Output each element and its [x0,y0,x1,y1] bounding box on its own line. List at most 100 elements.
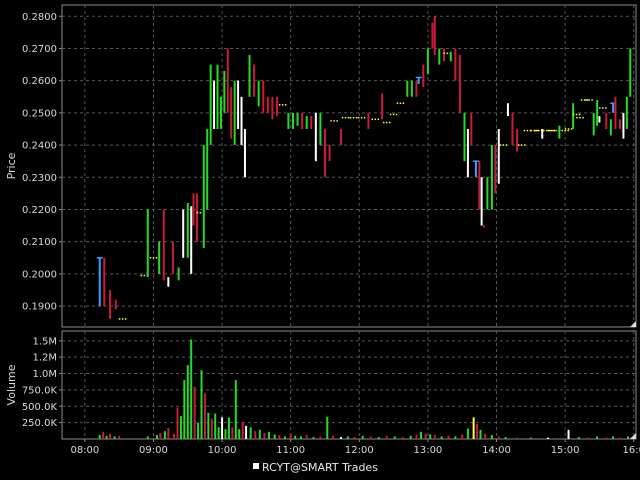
price-quote-dot [392,113,395,116]
volume-bar [245,425,248,439]
price-quote-mark [382,121,391,124]
price-bar [219,96,222,129]
price-quote-mark [389,113,398,116]
volume-bar [183,380,186,439]
price-quote-dot [149,257,152,259]
volume-bar [299,436,302,439]
price-bar [612,103,615,113]
volume-bar [331,435,334,439]
volume-bar [385,435,388,439]
volume-bar [472,417,475,439]
price-bar [482,225,485,228]
price-quote-dot [118,318,121,320]
volume-bar [497,436,500,439]
price-quote-dot [526,129,529,132]
volume-bar [424,433,427,439]
legend-label: RCYT@SMART Trades [262,461,378,474]
price-quote-dot [333,120,335,122]
price-bar [195,193,198,242]
volume-bar [339,437,342,439]
price-quote-dot [389,113,392,116]
price-bar [233,80,236,146]
price-quote-mark [572,113,581,116]
price-bar [478,161,481,210]
price-quote-dot [330,120,332,122]
volume-bar [433,435,436,439]
price-quote-dot [199,211,202,214]
price-quote-dot [575,113,578,116]
volume-bar [273,434,276,439]
price-quote-dot [446,52,449,55]
price-quote-dot [121,318,124,320]
time-tick-label: 09:00 [139,445,168,456]
price-bar [243,128,246,178]
price-quote-dot [549,129,551,132]
volume-bar [98,435,101,439]
price-quote-dot [567,129,569,132]
time-tick-label: 08:00 [70,445,99,456]
volume-bar [263,433,266,439]
price-bar [162,209,165,281]
price-bar [410,80,413,97]
volume-bar [577,437,580,439]
volume-bar [146,436,149,439]
price-quote-mark [530,129,538,132]
price-bar [454,48,457,81]
volume-tick-label: 750.0K [22,385,58,396]
price-bar [458,54,461,113]
price-quote-dot [547,129,550,132]
price-quote-dot [396,102,399,104]
price-quote-mark [561,129,569,132]
price-bar [438,48,441,65]
volume-bar [377,437,380,439]
price-tick-label: 0.2700 [22,44,57,55]
price-quote-dot [196,211,199,214]
price-quote-dot [583,99,586,101]
volume-bar [312,437,315,439]
price-bar [417,77,420,84]
price-bar [480,177,483,226]
volume-panel: 250.0K 500.0K 750.0K 1.0M 1.2M 1.5M Volume [5,330,637,440]
volume-bar [238,429,241,439]
volume-bar [179,416,182,439]
price-bar [466,128,469,178]
price-bar [381,93,384,120]
price-quote-dot [572,113,575,116]
volume-bar [454,436,457,439]
volume-bar [224,429,227,439]
price-bar [296,112,299,126]
volume-bar [393,436,396,439]
price-quote-dot [360,116,363,119]
legend-marker [253,463,259,469]
price-tick-label: 0.2100 [22,237,57,248]
price-quote-dot [341,116,344,119]
volume-bar [529,437,532,439]
price-quote-dot [605,107,607,109]
price-quote-mark [371,118,380,121]
price-bar [605,112,608,129]
volume-bar [289,433,292,439]
volume-bar [102,431,105,439]
price-quote-dot [523,129,526,132]
volume-tick-label: 500.0K [22,402,58,413]
volume-bar [476,423,479,439]
price-bar [253,64,256,97]
price-bar [248,54,251,97]
volume-bar [231,427,234,439]
volume-bar [190,339,193,439]
volume-bar [258,429,261,439]
price-bar [609,119,612,136]
price-quote-dot [553,129,556,132]
price-bar [192,193,195,226]
price-quote-mark [278,104,287,106]
price-bar [629,48,632,97]
volume-bar [221,417,224,439]
price-bar [618,119,621,129]
volume-bar [234,380,237,439]
volume-bar [429,434,432,439]
price-bar [541,128,544,139]
price-bar [431,22,434,49]
price-quote-dot [281,104,284,106]
price-bar [426,48,429,75]
price-panel: 0.1900 0.2000 0.2100 0.2200 0.2300 0.2400 0.25… [5,4,637,328]
